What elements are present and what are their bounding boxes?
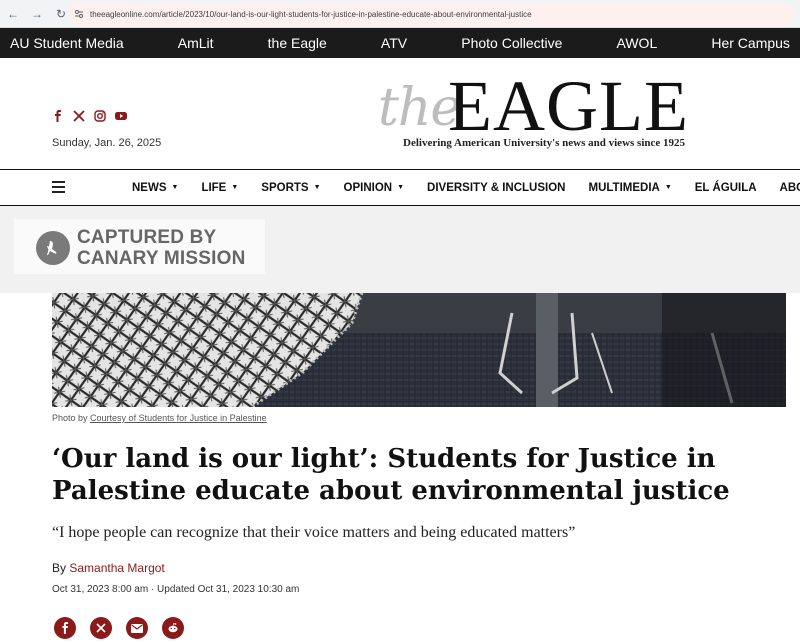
- capture-overlay: CAPTURED BY CANARY MISSION: [0, 206, 800, 293]
- url-text: theeagleonline.com/article/2023/10/our-l…: [90, 9, 532, 19]
- nav-item-label: ABOUT: [779, 181, 800, 194]
- network-link-awol[interactable]: AWOL: [617, 35, 658, 51]
- nav-item-label: EL ÁGUILA: [694, 181, 757, 194]
- nav-items: NEWS ▼ LIFE ▼ SPORTS ▼ OPINION ▼ DIVERSITY & INC…: [132, 170, 800, 205]
- network-link-the-eagle[interactable]: the Eagle: [268, 35, 327, 51]
- back-icon[interactable]: ←: [2, 3, 24, 25]
- nav-item-life[interactable]: LIFE ▼: [201, 182, 238, 194]
- author-link[interactable]: Samantha Margot: [69, 561, 164, 575]
- network-link-amlit[interactable]: AmLit: [178, 35, 214, 51]
- chevron-down-icon: ▼: [231, 184, 239, 191]
- main-nav: NEWS ▼ LIFE ▼ SPORTS ▼ OPINION ▼ DIVERSITY & INC…: [0, 169, 800, 206]
- article-photo: [52, 293, 786, 407]
- address-bar[interactable]: theeagleonline.com/article/2023/10/our-l…: [68, 3, 794, 25]
- nav-item-label: MULTIMEDIA: [588, 181, 660, 194]
- email-share-icon[interactable]: [126, 617, 148, 639]
- chevron-down-icon: ▼: [313, 184, 321, 191]
- instagram-icon[interactable]: [94, 110, 106, 122]
- chevron-down-icon: ▼: [397, 184, 405, 191]
- facebook-icon[interactable]: [52, 110, 64, 122]
- nav-item-opinion[interactable]: OPINION ▼: [344, 182, 405, 194]
- canary-bird-icon: [36, 231, 70, 265]
- nav-item-label: OPINION: [343, 181, 393, 194]
- chevron-down-icon: ▼: [664, 184, 672, 191]
- tagline: Delivering American University's news an…: [403, 137, 686, 149]
- nav-item-label: LIFE: [201, 181, 227, 194]
- network-bar: AU Student Media AmLit the Eagle ATV Pho…: [0, 28, 800, 58]
- capture-line-2: CANARY MISSION: [77, 248, 246, 269]
- network-link-atv[interactable]: ATV: [381, 35, 407, 51]
- nav-item-about[interactable]: ABOUT▼: [780, 182, 800, 194]
- x-icon[interactable]: [73, 110, 85, 122]
- nav-item-news[interactable]: NEWS ▼: [132, 182, 178, 194]
- capture-badge: CAPTURED BY CANARY MISSION: [14, 219, 265, 274]
- nav-item-label: SPORTS: [261, 181, 309, 194]
- nav-item-label: NEWS: [132, 181, 167, 194]
- capture-line-1: CAPTURED BY: [77, 227, 217, 248]
- caption-prefix: Photo by: [52, 413, 88, 423]
- byline: By Samantha Margot: [52, 561, 165, 575]
- youtube-icon[interactable]: [115, 110, 127, 122]
- network-link-her-campus[interactable]: Her Campus: [711, 35, 790, 51]
- nav-item-label: DIVERSITY & INCLUSION: [427, 181, 566, 194]
- logo-eagle: EAGLE: [448, 66, 689, 146]
- nav-item-multimedia[interactable]: MULTIMEDIA ▼: [588, 182, 671, 194]
- social-links: [52, 110, 127, 122]
- masthead: Sunday, Jan. 26, 2025 the EAGLE Deliveri…: [0, 58, 800, 170]
- share-buttons: [54, 617, 184, 639]
- article-headline: ‘Our land is our light’: Students for Ju…: [52, 444, 730, 506]
- byline-by: By: [52, 561, 67, 575]
- nav-item-diversity-inclusion[interactable]: DIVERSITY & INCLUSION: [427, 182, 565, 194]
- eagle-logo[interactable]: the EAGLE: [378, 66, 718, 146]
- browser-toolbar: ← → ↻ theeagleonline.com/article/2023/10…: [0, 0, 800, 28]
- current-date: Sunday, Jan. 26, 2025: [52, 137, 162, 149]
- hamburger-menu-icon[interactable]: [52, 181, 65, 193]
- photo-caption: Photo by Courtesy of Students for Justic…: [52, 413, 267, 423]
- network-link-photo-collective[interactable]: Photo Collective: [461, 35, 562, 51]
- site-info-icon[interactable]: [74, 9, 84, 19]
- reddit-share-icon[interactable]: [162, 617, 184, 639]
- capture-text: CAPTURED BY CANARY MISSION: [77, 227, 246, 269]
- forward-icon[interactable]: →: [26, 3, 48, 25]
- nav-item-sports[interactable]: SPORTS ▼: [261, 182, 320, 194]
- article-subhead: “I hope people can recognize that their …: [52, 524, 576, 541]
- article-timestamp: Oct 31, 2023 8:00 am · Updated Oct 31, 2…: [52, 584, 300, 595]
- network-link-au-student-media[interactable]: AU Student Media: [10, 35, 124, 51]
- nav-item-el-guila[interactable]: EL ÁGUILA: [695, 182, 757, 194]
- x-share-icon[interactable]: [90, 617, 112, 639]
- facebook-share-icon[interactable]: [54, 617, 76, 639]
- caption-credit-link[interactable]: Courtesy of Students for Justice in Pale…: [90, 413, 267, 423]
- chevron-down-icon: ▼: [171, 184, 179, 191]
